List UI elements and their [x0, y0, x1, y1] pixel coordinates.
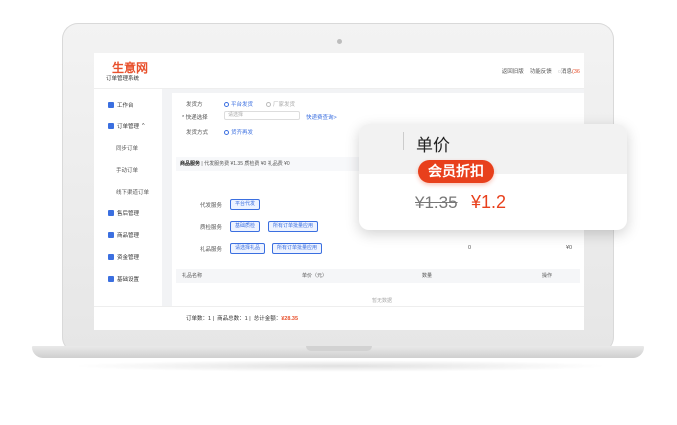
sidebar-item-settings[interactable]: 基础设置 [108, 275, 139, 283]
express-fee-link[interactable]: 快递费查询> [306, 113, 337, 121]
aftersale-icon [108, 210, 114, 216]
stage: 生意网 订单管理系统 返回旧版 功能反馈 ◌消息(36 工作台 订单管理 ^ 同步… [0, 0, 677, 425]
legacy-link[interactable]: 返回旧版 [502, 67, 524, 75]
chevron-up-icon: ^ [142, 123, 145, 129]
sidebar-subitem-manual[interactable]: 手动订单 [116, 166, 138, 174]
qc-label: 质检服务 [200, 225, 223, 231]
sidebar-item-aftersale[interactable]: 售后管理 [108, 209, 139, 217]
ship-option-factory[interactable]: 厂家发货 [266, 100, 295, 108]
home-icon [108, 102, 114, 108]
laptop-notch [306, 346, 372, 351]
method-label: 发货方式 [186, 130, 209, 136]
sidebar-item-orders[interactable]: 订单管理 ^ [108, 122, 145, 130]
col-gift-name: 礼品名称 [182, 273, 203, 279]
camera-dot [337, 39, 342, 44]
dropship-button[interactable]: 平台代发 [230, 199, 261, 210]
feedback-link[interactable]: 功能反馈 [530, 67, 552, 75]
sidebar: 工作台 订单管理 ^ 同步订单 手动订单 线下渠道订单 售后管理 商品管理 资金管… [94, 89, 162, 330]
app-subtitle: 订单管理系统 [106, 76, 140, 82]
express-select[interactable]: 请选择 [224, 111, 300, 120]
sidebar-item-workbench[interactable]: 工作台 [108, 101, 134, 109]
member-discount-badge: 会员折扣 [418, 160, 494, 183]
tab-goods-service[interactable]: 商品服务 [180, 161, 200, 167]
app-header: 生意网 订单管理系统 返回旧版 功能反馈 ◌消息(36 [94, 53, 584, 89]
gift-label: 礼品服务 [200, 247, 223, 253]
express-label: * 快递选择 [182, 115, 208, 121]
laptop-shadow [70, 360, 610, 372]
col-quantity: 数量 [422, 273, 433, 279]
original-price: ¥1.35 [415, 193, 458, 212]
summary-footer: 订单数：1 | 商品总数：1 | 总计金额：¥28.35 [94, 306, 584, 330]
sidebar-item-money[interactable]: 资金管理 [108, 253, 139, 261]
gift-count: 0 [468, 245, 472, 251]
gift-select-button[interactable]: 请选择礼品 [230, 243, 266, 254]
radio-icon [266, 102, 271, 108]
ship-label: 发货方 [186, 102, 203, 108]
money-icon [108, 254, 114, 260]
popup-title: 单价 [416, 136, 450, 155]
total-amount: ¥28.35 [281, 316, 299, 322]
orders-count: 1 [208, 316, 212, 322]
gift-table-header: 礼品名称 单价（元） 数量 操作 [176, 269, 580, 283]
goods-icon [108, 232, 114, 238]
header-links: 返回旧版 功能反馈 ◌消息(36 [502, 67, 580, 75]
ship-option-platform[interactable]: 平台发货 [224, 100, 253, 108]
tab-fees: 代发服务费 ¥1.35 质检费 ¥0 礼品费 ¥0 [204, 161, 290, 167]
dropship-label: 代发服务 [200, 203, 223, 209]
qc-apply-all-button[interactable]: 所有订单批量应用 [268, 221, 319, 232]
sidebar-item-goods[interactable]: 商品管理 [108, 231, 139, 239]
radio-checked-icon [224, 102, 229, 108]
price-popup: 单价 会员折扣 ¥1.35 ¥1.2 [359, 124, 627, 230]
qc-button[interactable]: 基础质检 [230, 221, 261, 232]
col-action: 操作 [542, 273, 553, 279]
goods-count: 1 [244, 316, 248, 322]
discount-price: ¥1.2 [471, 192, 507, 212]
message-count: (36 [572, 69, 580, 75]
gift-price: ¥0 [566, 245, 573, 251]
radio-checked-icon [224, 130, 229, 136]
method-option[interactable]: 货齐再发 [224, 128, 253, 136]
gift-apply-all-button[interactable]: 所有订单批量应用 [272, 243, 323, 254]
table-empty: 暂无数据 [372, 298, 393, 304]
gear-icon [108, 276, 114, 282]
sidebar-subitem-sync[interactable]: 同步订单 [116, 144, 138, 152]
messages-link[interactable]: ◌消息(36 [558, 67, 580, 75]
popup-divider [403, 132, 404, 150]
sidebar-subitem-offline[interactable]: 线下渠道订单 [116, 188, 149, 196]
col-unit-price: 单价（元） [302, 273, 328, 279]
order-icon [108, 123, 114, 129]
